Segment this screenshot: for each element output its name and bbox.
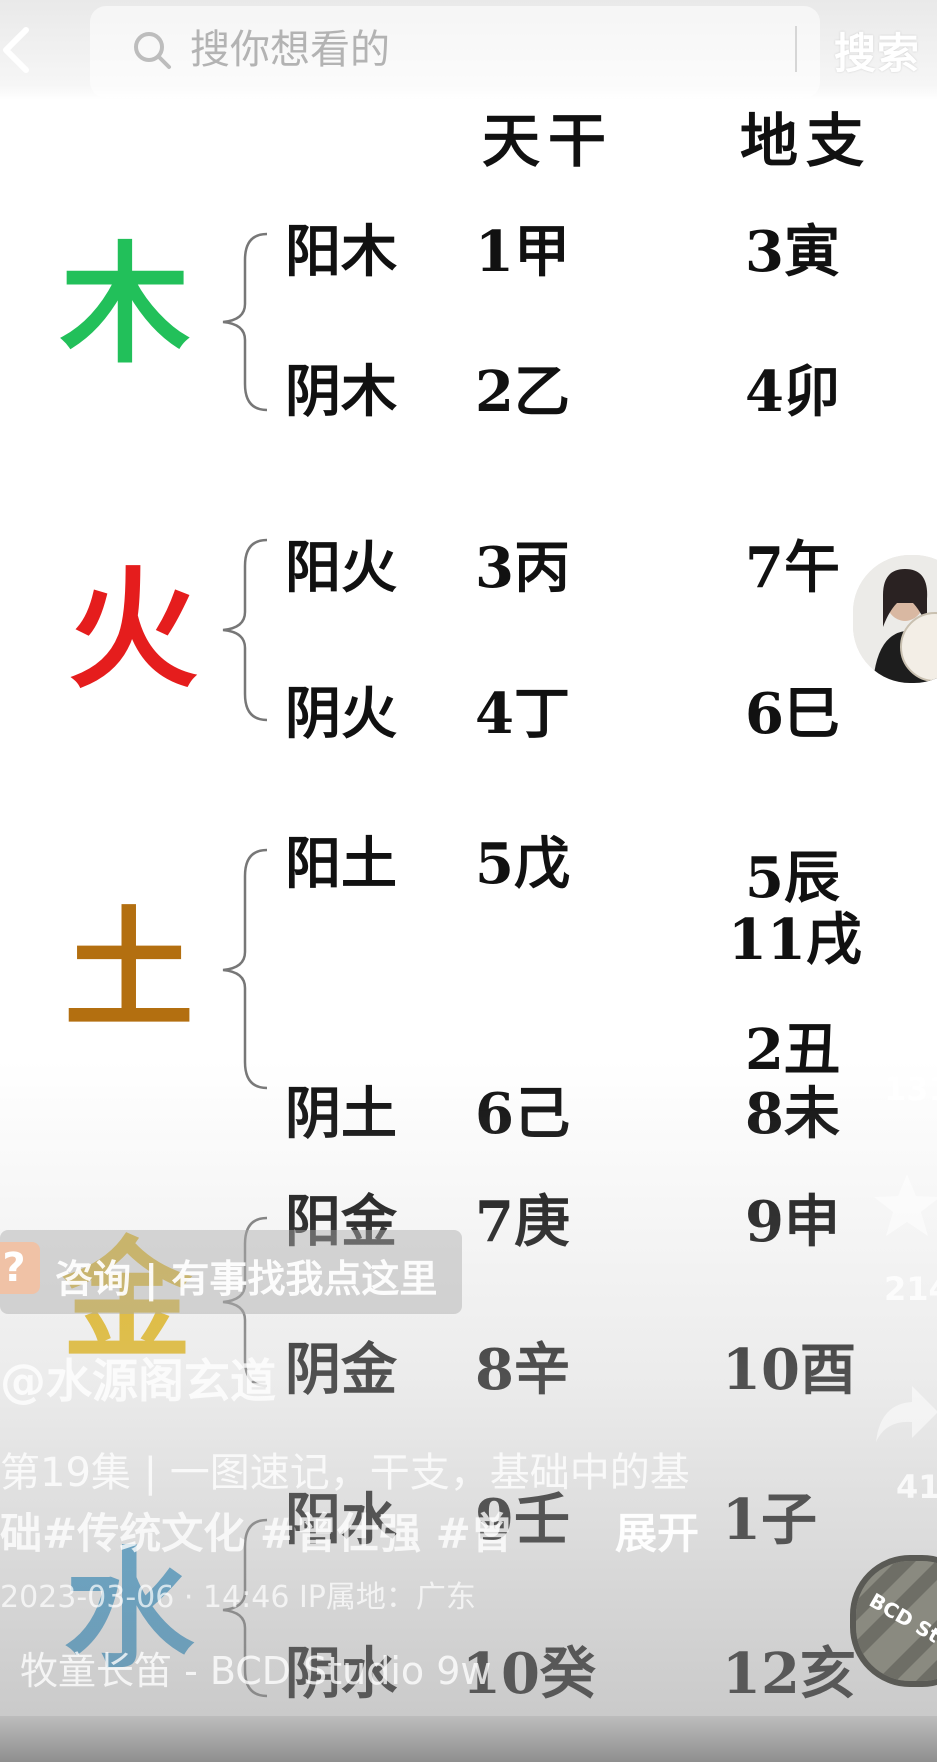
branch-label: 1子 bbox=[722, 1487, 817, 1553]
author-name[interactable]: @水源阁玄道 bbox=[0, 1345, 276, 1411]
music-disc-icon: BCD Studio bbox=[856, 1561, 937, 1681]
branch-label: 6巳 bbox=[745, 681, 840, 747]
branch-label: 9申 bbox=[745, 1189, 840, 1255]
share-arrow-icon[interactable] bbox=[872, 1380, 937, 1450]
expand-button[interactable]: 展开 bbox=[615, 1500, 699, 1561]
stem-label: 8辛 bbox=[475, 1337, 570, 1403]
column-header-tiangan: 天干 bbox=[482, 107, 615, 175]
brace-wood bbox=[222, 232, 268, 412]
music-disc[interactable]: BCD Studio bbox=[850, 1555, 937, 1687]
polarity-label: 阳火 bbox=[285, 535, 397, 601]
music-title[interactable]: 牧童长笛 - BCD Studio 9w bbox=[20, 1640, 492, 1695]
search-icon bbox=[134, 32, 171, 69]
stem-label: 7庚 bbox=[475, 1189, 570, 1255]
polarity-label: 阴火 bbox=[285, 681, 397, 747]
post-meta: 2023-03-06 · 14:46 IP属地：广东 bbox=[0, 1580, 476, 1615]
polarity-label: 阳土 bbox=[285, 831, 397, 897]
branch-label: 2丑 bbox=[745, 1017, 840, 1083]
branch-label: 11戌 bbox=[728, 907, 862, 973]
back-arrow-icon[interactable] bbox=[0, 26, 34, 74]
author-avatar[interactable] bbox=[850, 552, 937, 686]
bottom-strip bbox=[0, 1716, 937, 1762]
branch-label: 3寅 bbox=[745, 219, 840, 285]
stem-label: 3丙 bbox=[475, 535, 570, 601]
comment-count: 131 bbox=[884, 1070, 937, 1108]
like-count: 5273 bbox=[884, 866, 937, 904]
brace-fire bbox=[222, 538, 268, 722]
branch-label: 7午 bbox=[745, 535, 840, 601]
element-fire: 火 bbox=[68, 553, 199, 706]
like-heart-icon[interactable] bbox=[872, 780, 937, 850]
video-description: 第19集 | 一图速记，干支，基础中的基 bbox=[0, 1450, 690, 1496]
polarity-label: 阴土 bbox=[285, 1081, 397, 1147]
avatar-image bbox=[853, 555, 937, 683]
favorite-star-icon[interactable] bbox=[872, 1170, 937, 1240]
branch-label: 5辰 bbox=[745, 845, 840, 911]
stem-label: 5戊 bbox=[475, 831, 570, 897]
search-button[interactable]: 搜索 bbox=[834, 20, 920, 81]
polarity-label: 阴金 bbox=[285, 1337, 397, 1403]
stem-label: 4丁 bbox=[475, 681, 570, 747]
search-divider bbox=[795, 26, 797, 72]
brace-earth bbox=[222, 848, 268, 1090]
polarity-label: 阴木 bbox=[285, 359, 397, 425]
search-input[interactable] bbox=[190, 22, 610, 78]
branch-label: 12亥 bbox=[722, 1641, 856, 1707]
comment-icon[interactable] bbox=[872, 990, 937, 1060]
stem-label: 1甲 bbox=[475, 219, 570, 285]
share-count: 41 bbox=[896, 1468, 937, 1506]
element-earth: 土 bbox=[64, 893, 195, 1046]
stem-label: 6己 bbox=[475, 1081, 570, 1147]
element-wood: 木 bbox=[60, 228, 191, 381]
column-header-dizhi: 地支 bbox=[740, 107, 873, 175]
video-tags[interactable]: 础#传统文化 #曾仕强 #曾 bbox=[0, 1500, 513, 1561]
branch-label: 8未 bbox=[745, 1081, 840, 1147]
consult-label[interactable]: 咨询 | 有事找我点这里 bbox=[55, 1248, 437, 1303]
branch-label: 10酉 bbox=[722, 1337, 856, 1403]
branch-label: 4卯 bbox=[745, 359, 840, 425]
polarity-label: 阳木 bbox=[285, 219, 397, 285]
stem-label: 2乙 bbox=[475, 359, 570, 425]
favorite-count: 214 bbox=[884, 1270, 937, 1308]
help-icon: ? bbox=[0, 1242, 40, 1294]
